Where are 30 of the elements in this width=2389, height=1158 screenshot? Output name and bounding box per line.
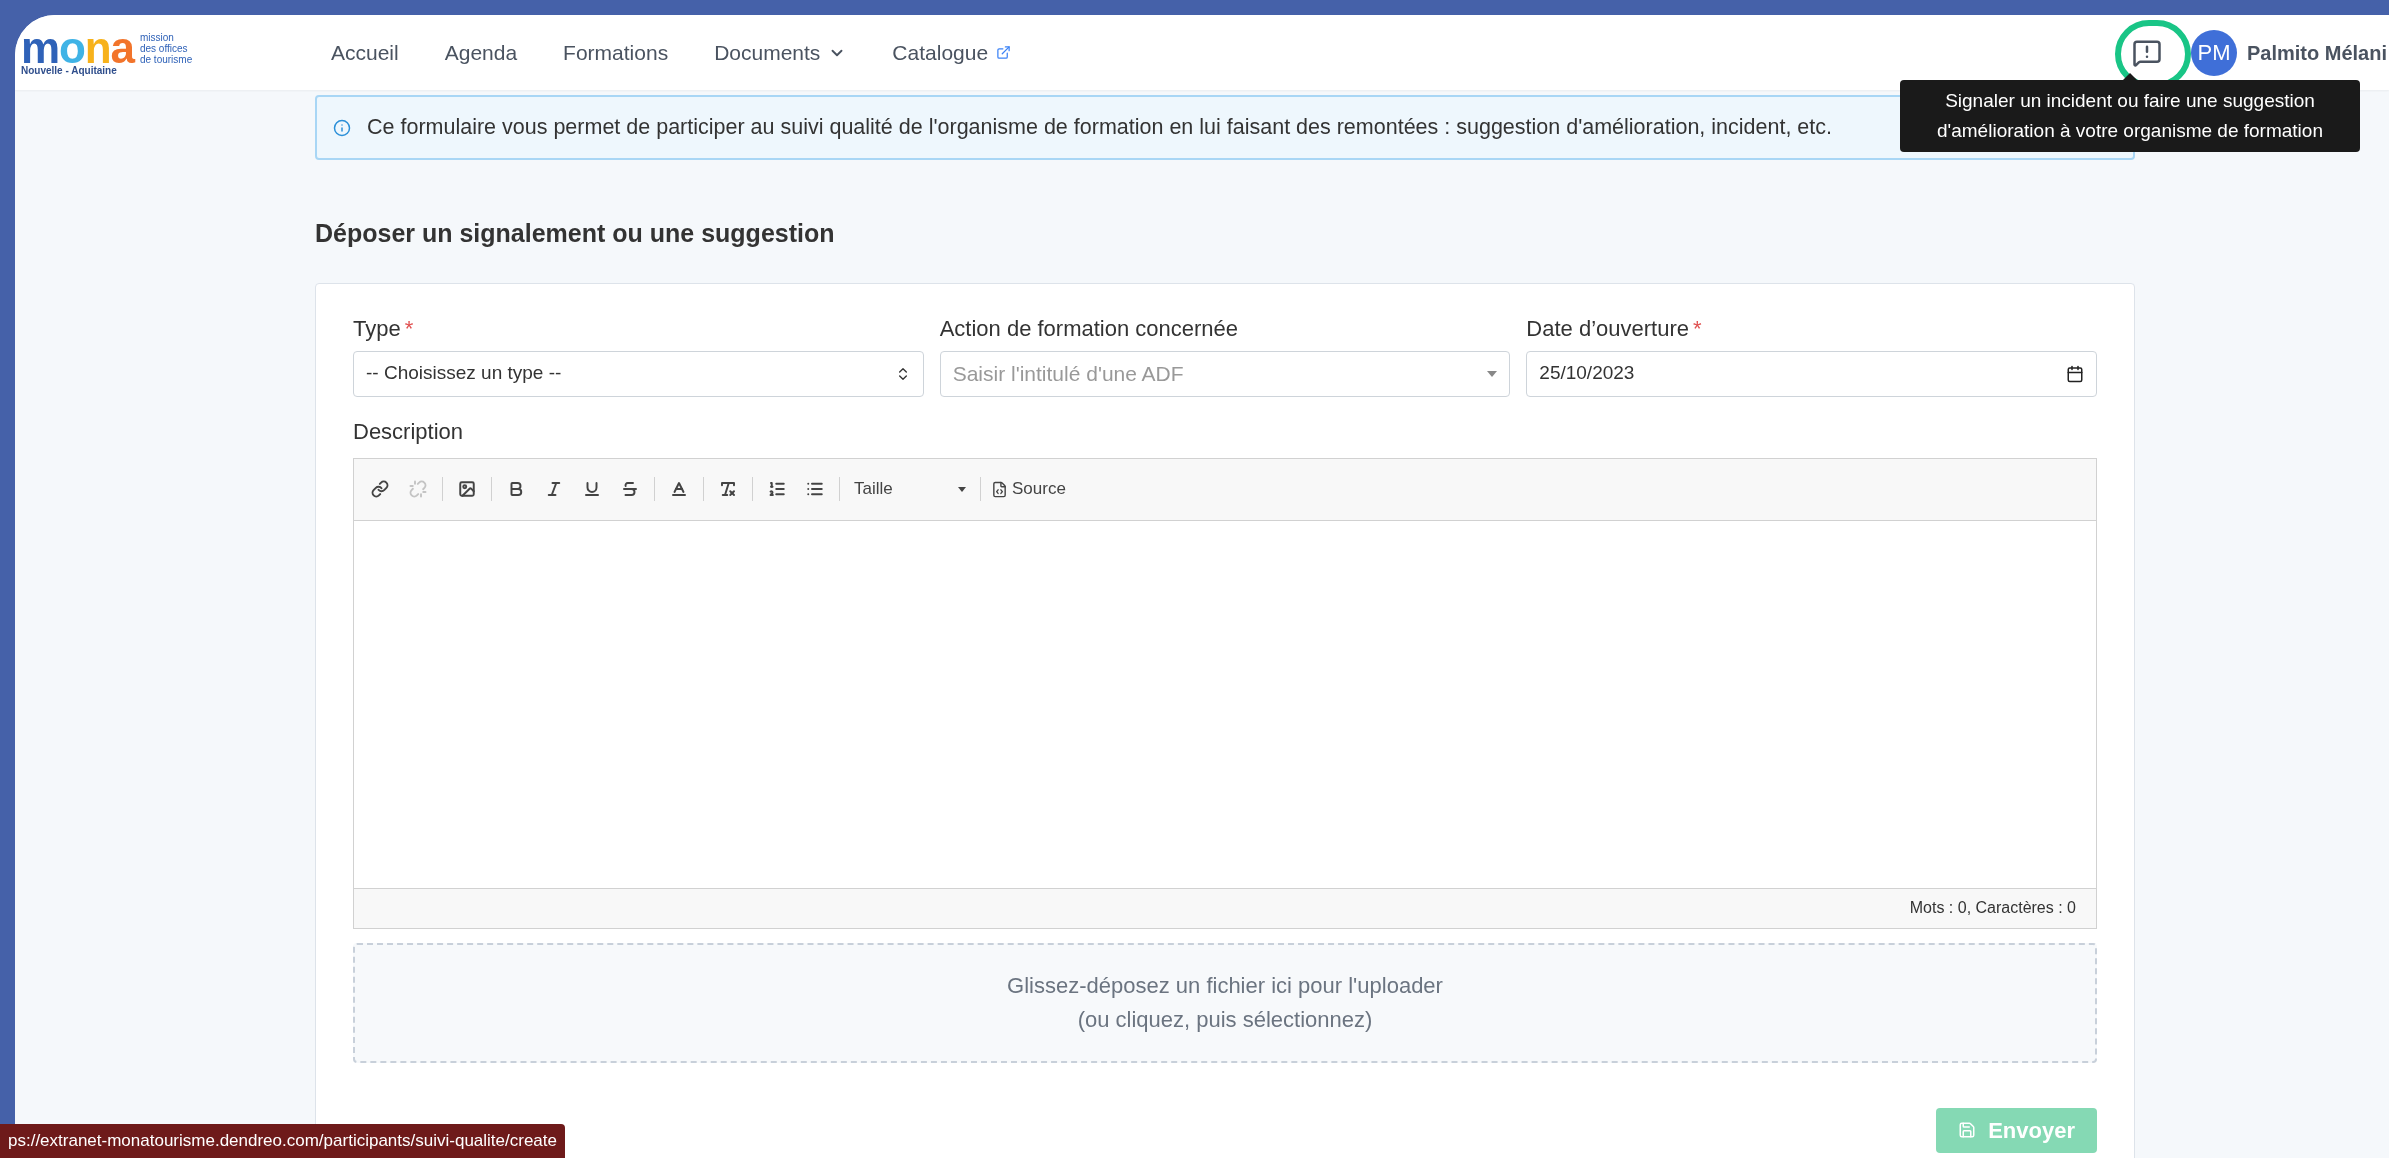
date-field[interactable]: 25/10/2023	[1526, 350, 2097, 397]
field-label: Description	[353, 417, 464, 446]
caret-icon	[958, 486, 966, 492]
calendar-icon	[2066, 364, 2084, 383]
field-label: Type	[353, 314, 401, 343]
nav-link[interactable]: Formations	[563, 36, 669, 69]
size-dropdown[interactable]: Taille	[850, 476, 970, 502]
required-mark: *	[404, 314, 414, 343]
word-counter: Mots : 0, Caractères : 0	[1909, 898, 2076, 918]
form-heading: Déposer un signalement ou une suggestion	[315, 218, 835, 249]
nav-link[interactable]: Accueil	[331, 36, 399, 69]
source-button[interactable]: Source	[991, 476, 1066, 502]
tooltip: Signaler un incident ou faire une suggestion d'amélioration à votre organisme de formation	[1900, 80, 2360, 152]
info-text: Ce formulaire vous permet de participer au suivi qualité de l'organisme de formation en lui faisant des remontées : suggestion d'amélioration, incident, etc.	[367, 114, 1832, 142]
field-label: Date d’ouverture	[1526, 314, 1689, 343]
user-avatar[interactable]: PM	[2190, 29, 2237, 76]
source-code-icon	[991, 480, 1008, 498]
nav-link[interactable]: Documents	[714, 36, 847, 69]
nav-link[interactable]: Catalogue	[892, 36, 1012, 69]
nav-link[interactable]: Agenda	[444, 36, 518, 69]
required-mark: *	[1693, 314, 1702, 343]
file-dropzone[interactable]: Glissez-déposez un fichier ici pour l'uploader (ou cliquez, puis sélectionnez)	[353, 942, 2097, 1063]
status-bar-url: ps://extranet-monatourisme.dendreo.com/participants/suivi-qualite/create	[0, 1124, 565, 1158]
info-icon	[333, 118, 351, 137]
type-select[interactable]: -- Choisissez un type --	[353, 350, 924, 397]
external-link-icon	[996, 45, 1012, 60]
save-icon	[1958, 1121, 1977, 1139]
caret-icon	[1487, 370, 1498, 377]
user-name[interactable]: Palmito Mélani	[2246, 37, 2387, 68]
field-label: Action de formation concernée	[939, 314, 1239, 343]
